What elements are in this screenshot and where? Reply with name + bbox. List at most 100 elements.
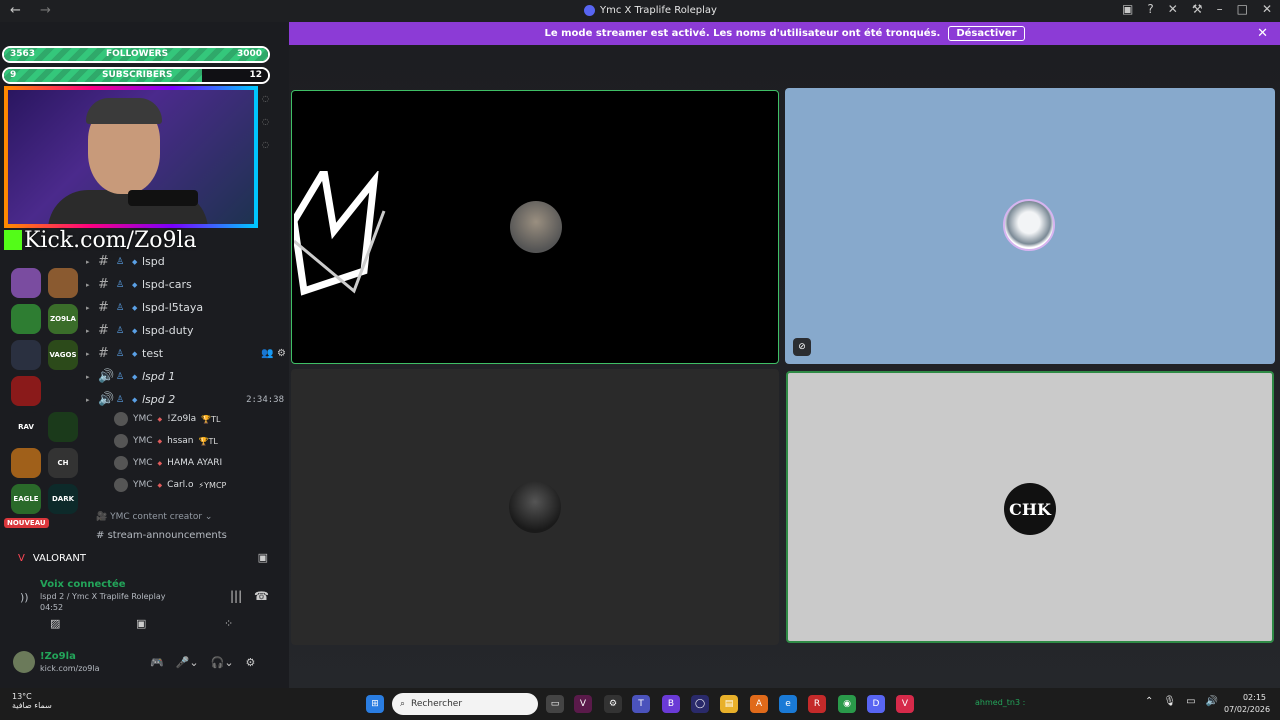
inbox-icon[interactable]: ▣ — [1122, 2, 1133, 16]
headphones-icon[interactable]: 🎧⌄ — [211, 656, 234, 669]
server-icon[interactable] — [11, 448, 41, 478]
app-icon[interactable]: B — [662, 695, 680, 713]
channel-item[interactable]: ▸ # ♙ ◆ lspd-duty — [86, 319, 286, 342]
valorant-icon: V — [18, 553, 25, 564]
channel-list: ▸ # ♙ ◆ lspd ▸ # ♙ ◆ lspd-cars ▸ # ♙ ◆ lspd-l5taya ▸ # ♙ ◆… — [86, 250, 286, 411]
volume-icon[interactable]: 🔊 — [1206, 696, 1218, 707]
forward-arrow-icon[interactable]: → — [40, 3, 51, 18]
teams-icon[interactable]: T — [632, 695, 650, 713]
video-tile[interactable]: CHK — [786, 371, 1274, 643]
disconnect-icon[interactable]: ☎ — [254, 589, 269, 603]
app-icon[interactable]: R — [808, 695, 826, 713]
camera-off-icon: ⊘ — [793, 338, 811, 356]
app-icon[interactable]: V — [896, 695, 914, 713]
tools-icon[interactable]: ✕ — [1168, 2, 1178, 16]
server-icon[interactable]: ZO9LA — [48, 304, 78, 334]
camera-off-button[interactable]: ▨ — [50, 617, 60, 630]
eye-off-icon[interactable]: ◌ — [262, 140, 269, 149]
file-explorer-icon[interactable]: ▤ — [720, 695, 738, 713]
close-banner-icon[interactable]: ✕ — [1257, 26, 1268, 41]
channel-item[interactable]: ▸ # ♙ ◆ lspd-cars — [86, 273, 286, 296]
voice-channel-name[interactable]: lspd 2 / Ymc X Traplife Roleplay — [40, 592, 166, 601]
task-view-icon[interactable]: ▭ — [546, 695, 564, 713]
taskbar-search[interactable]: ⌕ Rechercher — [392, 693, 538, 715]
expand-arrow-icon[interactable]: ▸ — [86, 258, 98, 266]
app-icon[interactable]: V — [574, 695, 592, 713]
app-icon[interactable]: A — [750, 695, 768, 713]
server-icon[interactable] — [48, 268, 78, 298]
member-name: !Zo9la — [167, 414, 197, 424]
webcam-overlay — [4, 86, 258, 228]
chevron-up-icon[interactable]: ⌃ — [1145, 696, 1153, 707]
channel-settings-icon[interactable]: 👥 ⚙ — [261, 348, 286, 359]
network-icon[interactable]: ▭ — [1186, 696, 1195, 707]
server-icon[interactable] — [11, 340, 41, 370]
channel-item-partial[interactable]: # stream-announcements — [96, 530, 227, 541]
server-icon[interactable] — [48, 376, 78, 406]
server-icon[interactable]: EAGLE — [11, 484, 41, 514]
server-icon[interactable] — [11, 304, 41, 334]
app-icon[interactable]: ⚙ — [604, 695, 622, 713]
user-avatar[interactable] — [13, 651, 35, 673]
disable-streamer-mode-button[interactable]: Désactiver — [948, 26, 1025, 41]
channel-item[interactable]: ▸ 🔊 ♙ ◆ lspd 1 — [86, 365, 286, 388]
voice-member[interactable]: YMC ◆ !Zo9la 🏆TL — [114, 409, 221, 429]
channel-item[interactable]: ▸ # ♙ ◆ lspd — [86, 250, 286, 273]
game-activity[interactable]: V VALORANT — [18, 553, 86, 564]
back-arrow-icon[interactable]: ← — [10, 3, 21, 18]
voice-member[interactable]: YMC ◆ hssan 🏆TL — [114, 431, 218, 451]
channel-item[interactable]: ▸ # ♙ ◆ lspd-l5taya — [86, 296, 286, 319]
activities-button[interactable]: ⁘ — [224, 617, 233, 630]
microphone-icon[interactable]: 🎤⌄ — [176, 656, 199, 669]
category-header[interactable]: 🎥 YMC content creator ⌄ — [96, 512, 212, 522]
screen-share-icon[interactable]: ▣ — [258, 551, 268, 564]
discord-icon[interactable]: D — [867, 695, 885, 713]
weather-widget[interactable]: 13°C سماء صافية — [12, 692, 52, 710]
member-avatar — [114, 412, 128, 426]
video-tile[interactable] — [291, 369, 779, 645]
member-avatar — [114, 456, 128, 470]
gift-icon[interactable]: ⚒ — [1192, 2, 1203, 16]
expand-arrow-icon[interactable]: ▸ — [86, 396, 98, 404]
app-icon[interactable]: ◯ — [691, 695, 709, 713]
eye-off-icon[interactable]: ◌ — [262, 117, 269, 126]
close-window-button[interactable]: ✕ — [1262, 2, 1272, 16]
start-icon[interactable]: ⊞ — [366, 695, 384, 713]
server-icon[interactable] — [48, 412, 78, 442]
voice-member[interactable]: YMC ◆ HAMA AYARI — [114, 453, 222, 473]
role-icon: ♙ — [116, 394, 125, 405]
help-icon[interactable]: ? — [1147, 2, 1153, 16]
chrome-icon[interactable]: ◉ — [838, 695, 856, 713]
voice-member[interactable]: YMC ◆ Carl.o ⚡YMCP — [114, 475, 226, 495]
screen-share-button[interactable]: ▣ — [136, 617, 146, 630]
server-icon[interactable] — [11, 376, 41, 406]
server-icon[interactable]: VAGOS — [48, 340, 78, 370]
noise-suppression-icon[interactable]: ||| — [230, 589, 242, 603]
expand-arrow-icon[interactable]: ▸ — [86, 327, 98, 335]
channel-item[interactable]: ▸ 🔊 ♙ ◆ lspd 2 2:34:38 — [86, 388, 286, 411]
system-clock[interactable]: 02:15 07/02/2026 — [1224, 692, 1270, 716]
settings-gear-icon[interactable]: ⚙ — [246, 656, 256, 669]
microphone-icon[interactable]: 🎙 — [1163, 696, 1176, 707]
server-icon[interactable]: RAV — [11, 412, 41, 442]
channel-item[interactable]: ▸ # ♙ ◆ test 👥 ⚙ — [86, 342, 286, 365]
eye-off-icon[interactable]: ◌ — [262, 94, 269, 103]
expand-arrow-icon[interactable]: ▸ — [86, 281, 98, 289]
connection-signal-icon[interactable]: )) — [20, 591, 29, 604]
expand-arrow-icon[interactable]: ▸ — [86, 304, 98, 312]
user-status: kick.com/zo9la — [40, 664, 100, 673]
video-tile[interactable] — [291, 90, 779, 364]
expand-arrow-icon[interactable]: ▸ — [86, 350, 98, 358]
minimize-button[interactable]: – — [1217, 2, 1223, 16]
discord-logo-icon — [584, 5, 595, 16]
expand-arrow-icon[interactable]: ▸ — [86, 373, 98, 381]
hashtag-icon: # — [98, 323, 109, 338]
server-icon[interactable] — [11, 268, 41, 298]
server-icon[interactable]: DARK — [48, 484, 78, 514]
server-icon[interactable]: CH — [48, 448, 78, 478]
maximize-button[interactable]: □ — [1237, 2, 1248, 16]
video-tile[interactable]: ⊘ — [785, 88, 1275, 364]
speaker-icon: 🔊 — [98, 369, 115, 384]
edge-icon[interactable]: e — [779, 695, 797, 713]
gamepad-icon[interactable]: 🎮 — [150, 656, 164, 669]
